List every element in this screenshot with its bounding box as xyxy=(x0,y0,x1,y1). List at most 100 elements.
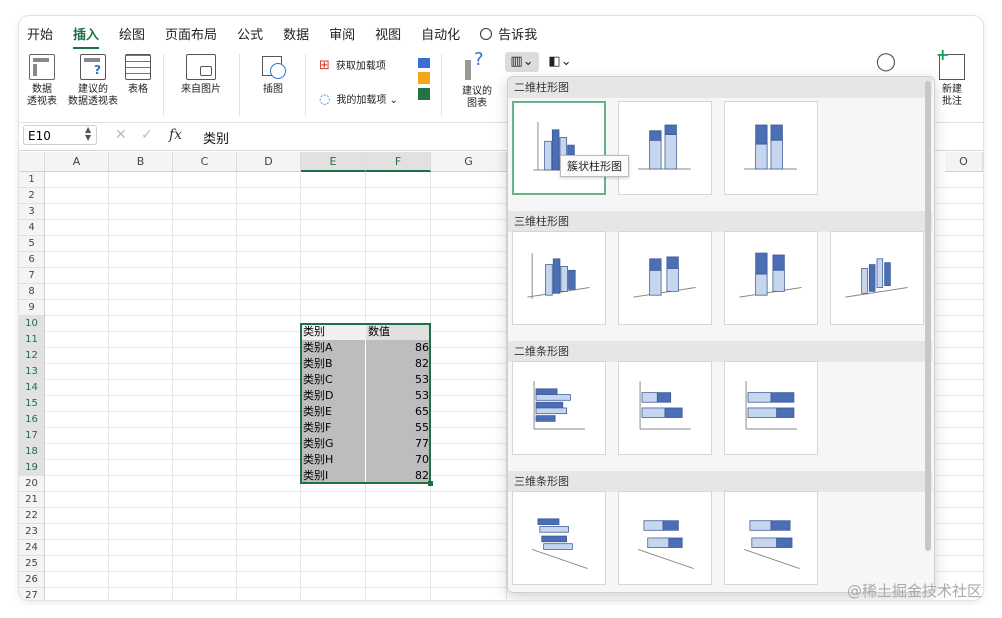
value-cell[interactable]: 65 xyxy=(366,404,431,420)
header-cell-category[interactable]: 类别 xyxy=(301,324,366,340)
column-header-a[interactable]: A xyxy=(45,152,109,172)
chart-option-3d-stacked-bar[interactable] xyxy=(618,491,712,585)
row-header[interactable]: 11 xyxy=(19,332,45,348)
pictures-button[interactable]: 来自图片 xyxy=(175,54,227,96)
row-header[interactable]: 12 xyxy=(19,348,45,364)
chart-option-clustered-bar[interactable] xyxy=(512,361,606,455)
category-cell[interactable]: 类别I xyxy=(301,468,366,484)
row-header[interactable]: 24 xyxy=(19,540,45,556)
pivot-table-button[interactable]: 数据 透视表 xyxy=(25,54,59,108)
chart-option-100-stacked-column[interactable] xyxy=(724,101,818,195)
column-header-e[interactable]: E xyxy=(301,152,366,172)
value-cell[interactable]: 82 xyxy=(366,468,431,484)
row-header[interactable]: 3 xyxy=(19,204,45,220)
chart-option-3d-stacked-column[interactable] xyxy=(618,231,712,325)
value-cell[interactable]: 82 xyxy=(366,356,431,372)
illustrations-button[interactable]: 插图 xyxy=(251,54,295,96)
formula-input[interactable]: 类别 xyxy=(203,128,229,147)
row-header[interactable]: 27 xyxy=(19,588,45,600)
column-header-d[interactable]: D xyxy=(237,152,301,172)
row-header[interactable]: 23 xyxy=(19,524,45,540)
row-header[interactable]: 14 xyxy=(19,380,45,396)
row-header[interactable]: 2 xyxy=(19,188,45,204)
recommended-pivot-button[interactable]: ? 建议的 数据透视表 xyxy=(65,54,121,108)
table-button[interactable]: 表格 xyxy=(123,54,153,96)
dropdown-scrollbar[interactable] xyxy=(925,81,931,551)
chart-option-3d-clustered-bar[interactable] xyxy=(512,491,606,585)
row-header[interactable]: 8 xyxy=(19,284,45,300)
chart-option-clustered-column[interactable] xyxy=(512,101,606,195)
tab-insert[interactable]: 插入 xyxy=(73,24,100,49)
row-header[interactable]: 19 xyxy=(19,460,45,476)
hierarchy-chart-button[interactable]: ◧⌄ xyxy=(545,52,575,72)
get-addins-button[interactable]: ⊞ 获取加载项 xyxy=(319,59,409,73)
tab-draw[interactable]: 绘图 xyxy=(119,24,145,43)
enter-icon[interactable]: ✓ xyxy=(141,127,153,143)
new-comment-button[interactable]: + 新建 批注 xyxy=(929,47,975,108)
tab-review[interactable]: 审阅 xyxy=(329,24,355,43)
fill-handle[interactable] xyxy=(428,481,433,486)
app-icons[interactable] xyxy=(415,58,433,100)
tab-home[interactable]: 开始 xyxy=(27,24,53,43)
my-addins-button[interactable]: ◌ 我的加载项 ⌄ xyxy=(319,93,415,107)
new-comment-icon: + xyxy=(936,47,965,80)
value-cell[interactable]: 86 xyxy=(366,340,431,356)
category-cell[interactable]: 类别G xyxy=(301,436,366,452)
column-header-g[interactable]: G xyxy=(431,152,507,172)
row-header[interactable]: 15 xyxy=(19,396,45,412)
column-header-f[interactable]: F xyxy=(366,152,431,172)
select-all-corner[interactable] xyxy=(19,152,45,172)
row-header[interactable]: 16 xyxy=(19,412,45,428)
row-header[interactable]: 13 xyxy=(19,364,45,380)
column-chart-dropdown-button[interactable]: ▥⌄ xyxy=(505,52,539,72)
row-header[interactable]: 25 xyxy=(19,556,45,572)
row-header[interactable]: 26 xyxy=(19,572,45,588)
category-cell[interactable]: 类别F xyxy=(301,420,366,436)
row-header[interactable]: 5 xyxy=(19,236,45,252)
chart-option-3d-100-stacked-bar[interactable] xyxy=(724,491,818,585)
tab-formulas[interactable]: 公式 xyxy=(237,24,263,43)
row-header[interactable]: 22 xyxy=(19,508,45,524)
row-header[interactable]: 21 xyxy=(19,492,45,508)
chart-option-stacked-column[interactable] xyxy=(618,101,712,195)
value-cell[interactable]: 77 xyxy=(366,436,431,452)
column-header-o[interactable]: O xyxy=(945,152,983,172)
chart-option-3d-column[interactable] xyxy=(830,231,924,325)
tab-page-layout[interactable]: 页面布局 xyxy=(165,24,217,43)
column-header-b[interactable]: B xyxy=(109,152,173,172)
cancel-icon[interactable]: ✕ xyxy=(115,127,127,143)
category-cell[interactable]: 类别D xyxy=(301,388,366,404)
row-header[interactable]: 6 xyxy=(19,252,45,268)
row-header[interactable]: 10 xyxy=(19,316,45,332)
name-box-stepper-icon[interactable]: ▲ ▼ xyxy=(85,126,91,142)
row-header[interactable]: 17 xyxy=(19,428,45,444)
row-header[interactable]: 4 xyxy=(19,220,45,236)
tab-automate[interactable]: 自动化 xyxy=(421,24,460,43)
tab-tell-me[interactable]: 告诉我 xyxy=(480,24,537,43)
row-header[interactable]: 18 xyxy=(19,444,45,460)
value-cell[interactable]: 53 xyxy=(366,388,431,404)
comment-button[interactable]: ◯ xyxy=(871,53,901,71)
row-header[interactable]: 20 xyxy=(19,476,45,492)
row-header[interactable]: 9 xyxy=(19,300,45,316)
category-cell[interactable]: 类别C xyxy=(301,372,366,388)
column-header-c[interactable]: C xyxy=(173,152,237,172)
header-cell-value[interactable]: 数值 xyxy=(366,324,431,340)
chart-option-3d-clustered-column[interactable] xyxy=(512,231,606,325)
category-cell[interactable]: 类别B xyxy=(301,356,366,372)
chart-option-100-stacked-bar[interactable] xyxy=(724,361,818,455)
tab-view[interactable]: 视图 xyxy=(375,24,401,43)
recommended-charts-button[interactable]: ? 建议的 图表 xyxy=(455,51,499,110)
row-header[interactable]: 7 xyxy=(19,268,45,284)
value-cell[interactable]: 70 xyxy=(366,452,431,468)
chart-option-3d-100-stacked-column[interactable] xyxy=(724,231,818,325)
chart-option-stacked-bar[interactable] xyxy=(618,361,712,455)
insert-function-icon[interactable]: fx xyxy=(169,127,182,143)
category-cell[interactable]: 类别H xyxy=(301,452,366,468)
value-cell[interactable]: 53 xyxy=(366,372,431,388)
category-cell[interactable]: 类别A xyxy=(301,340,366,356)
row-header[interactable]: 1 xyxy=(19,172,45,188)
value-cell[interactable]: 55 xyxy=(366,420,431,436)
tab-data[interactable]: 数据 xyxy=(283,24,309,43)
category-cell[interactable]: 类别E xyxy=(301,404,366,420)
